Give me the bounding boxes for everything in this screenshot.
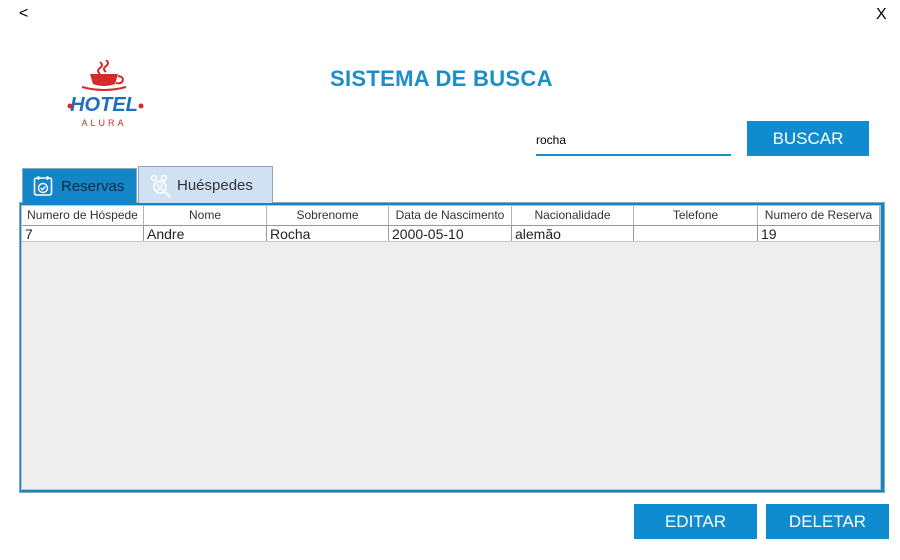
logo-text: HOTEL [70,94,138,116]
search-button[interactable]: BUSCAR [747,121,869,156]
search-input[interactable] [536,126,731,156]
tab-huespedes[interactable]: Huéspedes [138,166,273,203]
column-header[interactable]: Numero de Reserva [758,206,880,225]
logo-subtext: ALURA [81,118,126,128]
table-cell[interactable]: Rocha [267,226,389,241]
table-cell[interactable]: Andre [144,226,267,241]
column-header[interactable]: Sobrenome [267,206,389,225]
column-header[interactable]: Nacionalidade [512,206,634,225]
table-cell[interactable]: 7 [22,226,144,241]
column-header[interactable]: Numero de Hóspede [22,206,144,225]
back-button[interactable]: < [19,5,28,23]
page-title: SISTEMA DE BUSCA [330,66,553,91]
column-header[interactable]: Data de Nascimento [389,206,512,225]
table-cell[interactable]: 19 [758,226,880,241]
users-search-icon [149,174,171,198]
table-header: Numero de Hóspede Nome Sobrenome Data de… [22,206,880,226]
edit-button[interactable]: EDITAR [634,504,757,539]
table-row[interactable]: 7 Andre Rocha 2000-05-10 alemão 19 [22,226,880,242]
column-header[interactable]: Telefone [634,206,758,225]
table-cell[interactable]: alemão [512,226,634,241]
tab-reservas-label: Reservas [61,177,125,195]
hotel-logo: HOTEL ALURA [62,59,152,132]
calendar-check-icon [33,175,55,197]
search-window: < X HOTEL ALURA SISTEMA DE BUSCA BUSCAR [0,0,900,560]
tab-huespedes-label: Huéspedes [177,176,253,194]
delete-button[interactable]: DELETAR [766,504,889,539]
guests-table: Numero de Hóspede Nome Sobrenome Data de… [21,205,881,490]
table-cell[interactable]: 2000-05-10 [389,226,512,241]
close-button[interactable]: X [876,6,887,24]
tab-reservas[interactable]: Reservas [22,168,137,203]
table-cell[interactable] [634,226,758,241]
column-header[interactable]: Nome [144,206,267,225]
